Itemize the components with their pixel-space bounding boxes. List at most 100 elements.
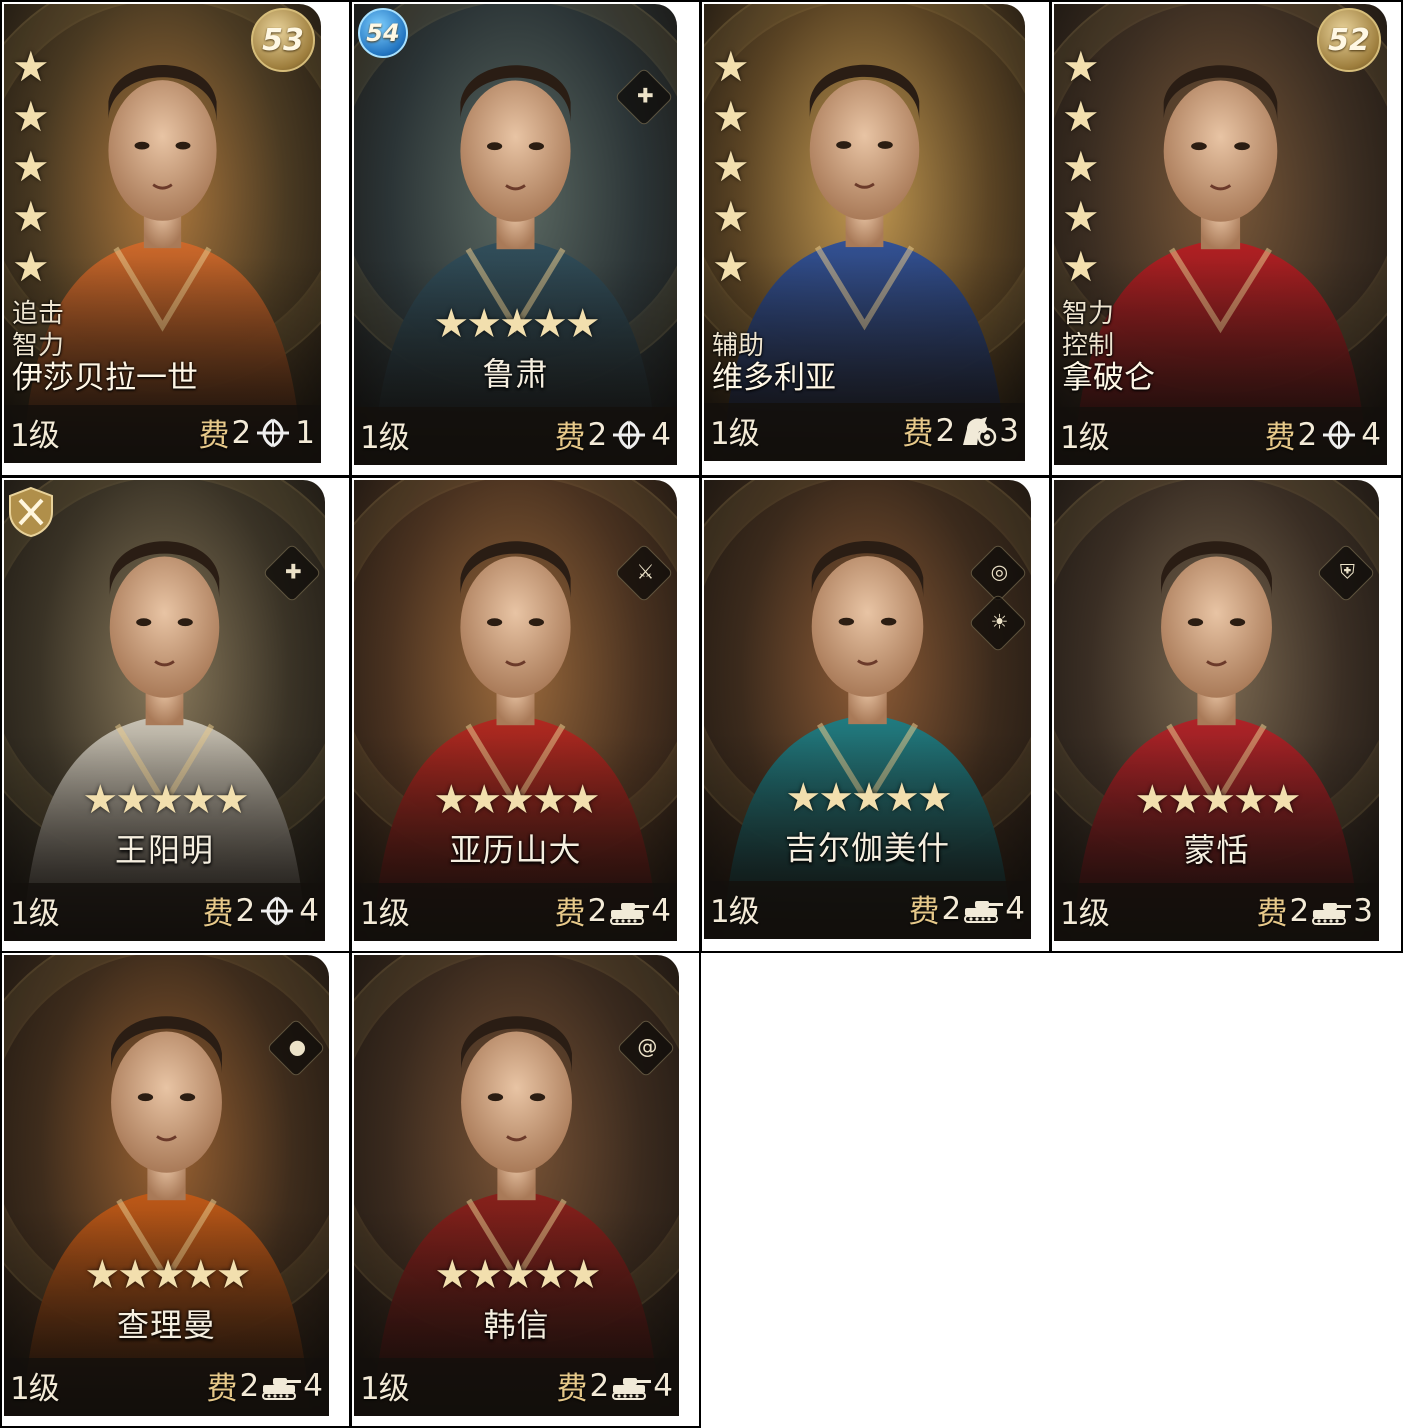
star-icon: ★: [712, 42, 750, 91]
horse-icon: [957, 415, 997, 447]
hero-card-cell[interactable]: ★★★★★ 吉尔伽美什 ◎ ☀ 1级 费 2 4: [700, 476, 1051, 953]
hero-tag: 智力: [12, 331, 65, 361]
unit-count: 4: [299, 892, 319, 929]
hero-cost: 费 2 4: [207, 1363, 323, 1408]
hero-cost: 费 2 4: [555, 888, 671, 933]
hero-card[interactable]: ★★★★★ 鲁肃 54 ✚ 1级 费 2 4: [354, 4, 677, 465]
cost-value: 2: [1289, 892, 1310, 929]
cost-label: 费: [1264, 420, 1296, 456]
card-footer: 1级 费 2 4: [1054, 407, 1387, 465]
bow-icon: [253, 417, 293, 449]
cost-label: 费: [206, 1371, 238, 1407]
hero-name: 吉尔伽美什: [784, 829, 950, 867]
cost-label: 费: [202, 896, 234, 932]
unit-count: 4: [651, 892, 671, 929]
hero-card[interactable]: ★ ★ ★ ★ ★ 智力 控制 拿破仑 52 1级 费 2 4: [1054, 4, 1387, 465]
bow-icon: [257, 895, 297, 927]
hero-cost: 费 2 1: [199, 410, 315, 455]
hero-card-cell[interactable]: ★★★★★ 王阳明 ✚ 1级 费 2 4: [0, 476, 351, 953]
card-footer: 1级 费 2 3: [1054, 883, 1379, 941]
star-rating: ★★★★★: [712, 42, 750, 292]
star-rating: ★★★★★: [1062, 42, 1100, 292]
hero-card[interactable]: ★★★★★ 亚历山大 ⚔ 1级 费 2 4: [354, 480, 677, 941]
star-icon: ★: [712, 142, 750, 191]
cost-value: 2: [239, 1367, 260, 1404]
season-badge: 52: [1317, 8, 1381, 72]
hero-card[interactable]: ★★★★★ 蒙恬 ⛨ 1级 费 2 3: [1054, 480, 1379, 941]
hero-level: 1级: [1060, 896, 1110, 932]
hero-name: 伊莎贝拉一世: [12, 360, 198, 396]
hero-level: 1级: [10, 1371, 60, 1407]
star-rating: ★★★★★: [785, 775, 952, 821]
hero-card[interactable]: ★★★★★ 查理曼 ● 1级 费 2 4: [4, 955, 329, 1416]
star-icon: ★: [1062, 92, 1100, 141]
star-rating: ★★★★★: [434, 1252, 601, 1298]
season-badge: 53: [251, 8, 315, 72]
hero-card-grid: ★ ★ ★ ★ ★ 追击 智力 伊莎贝拉一世 53 1级 费 2 1 ★★★★★ 鲁肃 54 ✚: [0, 0, 1403, 1428]
cost-value: 2: [935, 412, 956, 449]
hero-card-cell[interactable]: ★★★★★ 鲁肃 54 ✚ 1级 费 2 4: [350, 0, 701, 477]
hero-name: 亚历山大: [449, 831, 582, 869]
card-footer: 1级 费 2 1: [4, 405, 321, 463]
cost-value: 2: [235, 892, 256, 929]
unit-count: 4: [1361, 416, 1381, 453]
card-footer: 1级 费 2 4: [704, 881, 1031, 939]
bow-icon: [1319, 419, 1359, 451]
hero-card-cell[interactable]: ★★★★★ 韩信 @ 1级 费 2 4: [350, 951, 701, 1428]
hero-card[interactable]: ★ ★ ★ ★ ★ 追击 智力 伊莎贝拉一世 53 1级 费 2 1: [4, 4, 321, 463]
unit-count: 4: [651, 416, 671, 453]
hero-cost: 费 2 4: [555, 412, 671, 457]
unit-count: 4: [1005, 890, 1025, 927]
star-rating: ★★★★★: [82, 777, 249, 823]
unit-count: 3: [1353, 892, 1373, 929]
star-icon: ★: [712, 92, 750, 141]
star-rating: ★★★★★: [1134, 777, 1301, 823]
hero-card[interactable]: ★★★★★ 王阳明 ✚ 1级 费 2 4: [4, 480, 325, 941]
hero-name: 维多利亚: [712, 360, 836, 396]
hero-card[interactable]: ★★★★★ 吉尔伽美什 ◎ ☀ 1级 费 2 4: [704, 480, 1031, 939]
star-icon: ★: [1062, 142, 1100, 191]
hero-level: 1级: [10, 418, 60, 454]
unit-count: 3: [999, 412, 1019, 449]
hero-cost: 费 2 3: [1257, 888, 1373, 933]
bow-icon: [609, 419, 649, 451]
star-icon: ★: [1062, 42, 1100, 91]
hero-card[interactable]: ★★★★★ 韩信 @ 1级 费 2 4: [354, 955, 679, 1416]
hero-card-cell[interactable]: ★ ★ ★ ★ ★ 追击 智力 伊莎贝拉一世 53 1级 费 2 1: [0, 0, 351, 477]
tank-icon: [1311, 895, 1352, 927]
cost-value: 2: [587, 892, 608, 929]
card-footer: 1级 费 2 4: [4, 883, 325, 941]
hero-level: 1级: [360, 420, 410, 456]
star-rating: ★★★★★: [433, 301, 600, 347]
hero-card-cell[interactable]: ★★★★★ 亚历山大 ⚔ 1级 费 2 4: [350, 476, 701, 953]
hero-level: 1级: [710, 416, 760, 452]
cost-label: 费: [198, 418, 230, 454]
cost-label: 费: [902, 416, 934, 452]
star-icon: ★: [12, 192, 50, 241]
hero-card-cell[interactable]: ★ ★ ★ ★ ★ 辅助 维多利亚 1级 费 2 3: [700, 0, 1051, 477]
hero-card-cell[interactable]: ★ ★ ★ ★ ★ 智力 控制 拿破仑 52 1级 费 2 4: [1050, 0, 1403, 477]
star-icon: ★: [12, 92, 50, 141]
cost-value: 2: [231, 414, 252, 451]
season-badge: 54: [358, 8, 408, 58]
hero-tag: 追击: [12, 299, 65, 329]
hero-cost: 费 2 4: [557, 1363, 673, 1408]
star-rating: ★★★★★: [12, 42, 50, 292]
hero-card-cell[interactable]: ★★★★★ 查理曼 ● 1级 费 2 4: [0, 951, 351, 1428]
hero-tags: 辅助 维多利亚: [712, 330, 836, 394]
hero-cost: 费 2 4: [203, 888, 319, 933]
card-footer: 1级 费 2 4: [354, 883, 677, 941]
hero-card[interactable]: ★ ★ ★ ★ ★ 辅助 维多利亚 1级 费 2 3: [704, 4, 1025, 461]
cost-value: 2: [941, 890, 962, 927]
hero-level: 1级: [360, 896, 410, 932]
hero-name: 王阳明: [114, 831, 214, 869]
star-icon: ★: [12, 242, 50, 291]
tank-icon: [611, 1370, 652, 1402]
star-icon: ★: [12, 42, 50, 91]
hero-cost: 费 2 4: [909, 886, 1025, 931]
hero-card-cell[interactable]: ★★★★★ 蒙恬 ⛨ 1级 费 2 3: [1050, 476, 1403, 953]
hero-name: 拿破仑: [1062, 360, 1155, 396]
hero-name: 韩信: [483, 1306, 550, 1344]
cost-label: 费: [908, 894, 940, 930]
cost-label: 费: [554, 420, 586, 456]
